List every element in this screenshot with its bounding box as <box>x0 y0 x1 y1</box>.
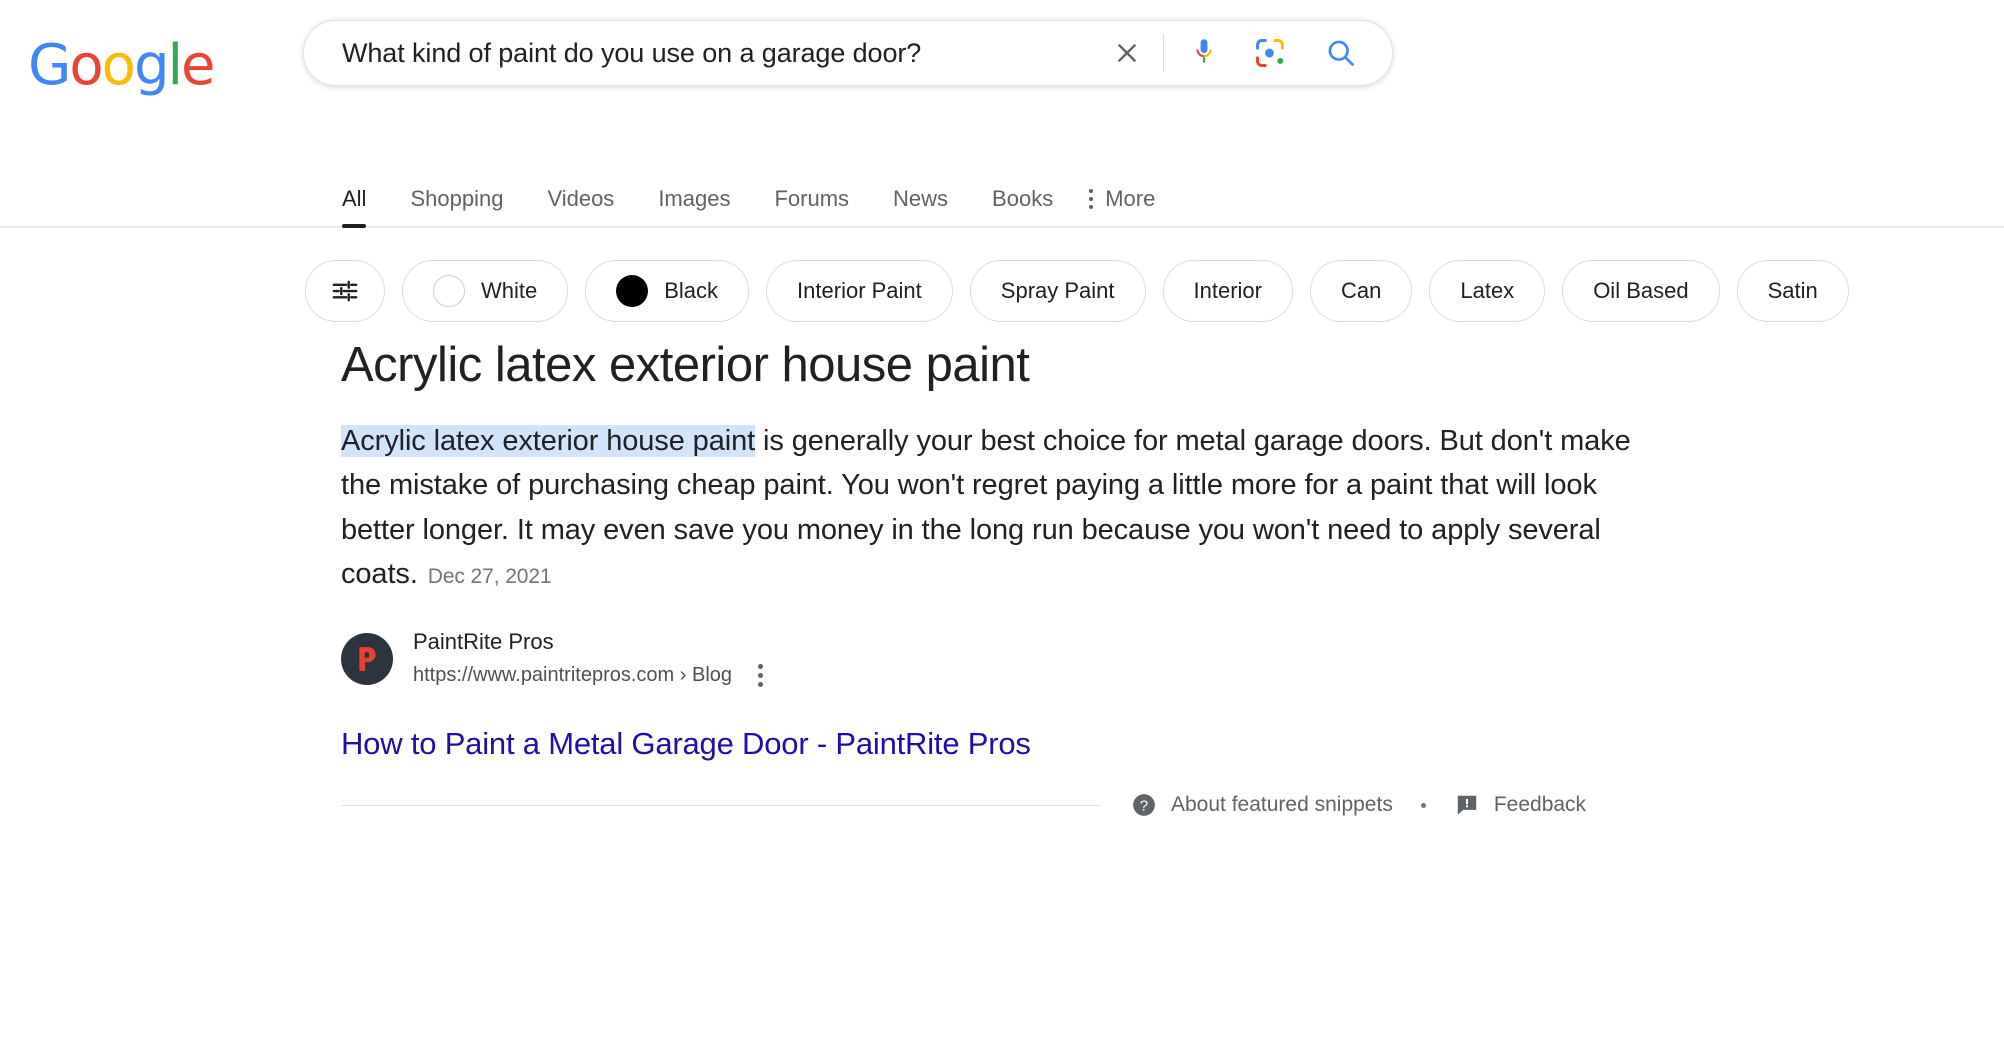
logo-letter-g: G <box>28 33 71 98</box>
filter-chip-label: White <box>481 278 538 303</box>
result-source-name: PaintRite Pros <box>413 629 554 654</box>
featured-snippet-highlight: Acrylic latex exterior house paint <box>341 424 756 457</box>
tab-images[interactable]: Images <box>636 188 752 226</box>
search-divider <box>1163 34 1164 72</box>
feedback-icon <box>1457 795 1477 815</box>
logo-letter-g2: g <box>133 33 170 98</box>
logo-letter-o2: o <box>101 33 136 98</box>
filter-chip-spray-paint[interactable]: Spray Paint <box>969 260 1146 322</box>
featured-snippet-body: Acrylic latex exterior house paint is ge… <box>341 419 1651 596</box>
svg-text:?: ? <box>1140 797 1148 814</box>
filter-chip-satin[interactable]: Satin <box>1736 260 1849 322</box>
tab-shopping[interactable]: Shopping <box>388 188 525 226</box>
tab-more-label: More <box>1105 186 1156 211</box>
footer-actions: ? About featured snippets Feedback <box>1131 792 1586 818</box>
microphone-icon[interactable] <box>1182 29 1226 77</box>
about-featured-snippets-label: About featured snippets <box>1171 793 1393 816</box>
featured-snippet-title: Acrylic latex exterior house paint <box>341 338 1030 392</box>
search-input[interactable] <box>340 36 1103 70</box>
logo-letter-o1: o <box>69 33 103 98</box>
result-source-url-row: https://www.paintritepros.com › Blog <box>413 660 767 691</box>
about-featured-snippets-button[interactable]: ? About featured snippets <box>1131 792 1393 818</box>
close-icon[interactable] <box>1103 29 1151 77</box>
footer-divider <box>341 804 1101 806</box>
filter-chip-latex[interactable]: Latex <box>1429 260 1546 322</box>
help-circle-icon: ? <box>1133 794 1155 816</box>
feedback-button[interactable]: Feedback <box>1454 792 1586 818</box>
tab-all[interactable]: All <box>320 188 388 228</box>
feedback-label: Feedback <box>1493 793 1587 816</box>
paintrite-favicon-icon <box>341 633 393 686</box>
google-lens-icon[interactable] <box>1248 29 1292 77</box>
featured-snippet: Acrylic latex exterior house paint Acryl… <box>341 338 1651 596</box>
tab-videos[interactable]: Videos <box>525 188 636 226</box>
result-source[interactable]: PaintRite Pros https://www.paintritepros… <box>341 628 767 691</box>
google-search-results-page: Google What kind of paint do you use on … <box>0 0 2004 1058</box>
filter-chip-black[interactable]: Black <box>585 260 750 322</box>
search-icon[interactable] <box>1318 29 1364 77</box>
filter-chip-white[interactable]: White <box>402 260 569 322</box>
kebab-menu-icon <box>1089 189 1094 209</box>
search-header: Google What kind of paint do you use on … <box>0 0 2004 228</box>
logo-letter-e: e <box>181 33 215 98</box>
tab-news[interactable]: News <box>871 188 970 226</box>
kebab-menu-icon[interactable] <box>754 660 767 691</box>
google-logo[interactable]: Google <box>28 33 216 98</box>
filter-chips-row: White Black Interior Paint Spray Paint I… <box>305 259 1849 323</box>
result-source-text: PaintRite Pros https://www.paintritepros… <box>413 628 767 691</box>
result-source-url: https://www.paintritepros.com › Blog <box>413 663 733 686</box>
filter-chip-label: Black <box>664 278 719 303</box>
logo-letter-l: l <box>167 33 183 98</box>
search-nav-tabs: All Shopping Videos Images Forums News B… <box>320 164 1177 228</box>
filter-chip-interior[interactable]: Interior <box>1162 260 1293 322</box>
color-swatch-white-icon <box>433 275 465 307</box>
color-swatch-black-icon <box>616 275 649 307</box>
tab-books[interactable]: Books <box>970 188 1075 226</box>
search-bar[interactable] <box>303 20 1393 86</box>
footer-separator <box>1420 802 1426 808</box>
tab-more[interactable]: More <box>1075 188 1177 226</box>
result-title-link[interactable]: How to Paint a Metal Garage Door - Paint… <box>341 725 1031 762</box>
tab-forums[interactable]: Forums <box>752 188 871 226</box>
featured-snippet-date: Dec 27, 2021 <box>427 564 552 588</box>
filter-chip-oil-based[interactable]: Oil Based <box>1562 260 1720 322</box>
tune-icon <box>332 280 358 302</box>
filter-tune-button[interactable] <box>305 260 385 322</box>
filter-chip-can[interactable]: Can <box>1310 260 1413 322</box>
filter-chip-interior-paint[interactable]: Interior Paint <box>766 260 953 322</box>
snippet-footer: ? About featured snippets Feedback <box>341 792 1651 818</box>
